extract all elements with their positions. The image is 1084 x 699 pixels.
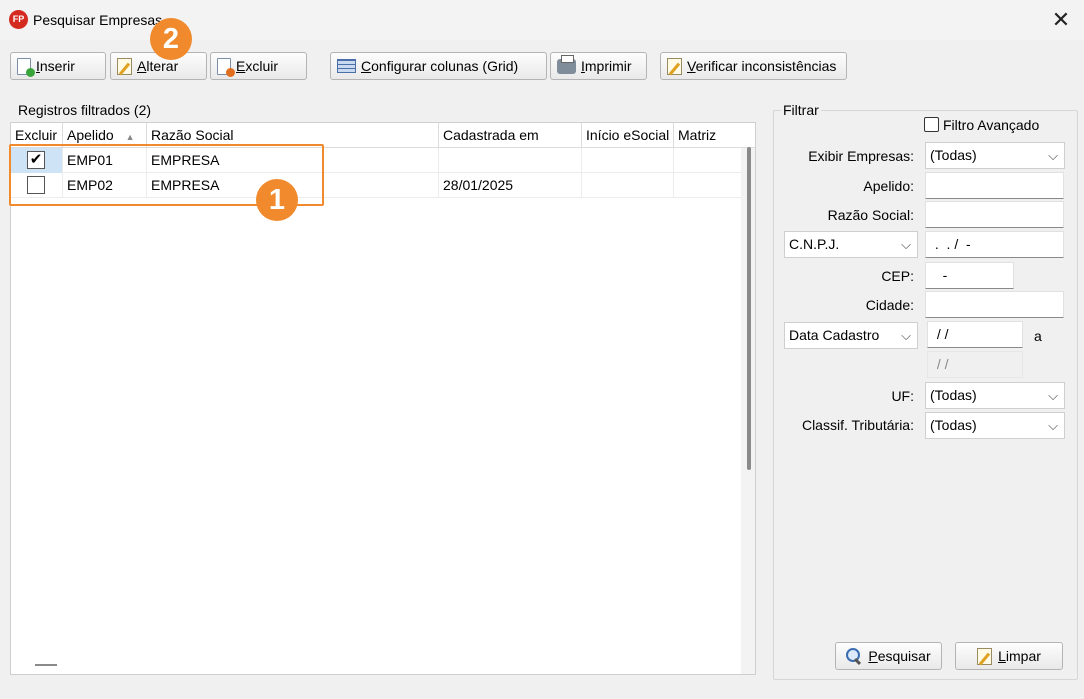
uf-value: (Todas) [930,387,977,403]
inserir-label: Inserir [36,58,75,74]
inicio-cell [582,148,674,173]
cep-input[interactable]: - [925,262,1014,289]
cep-label: CEP: [881,268,914,284]
cadastrada-cell: 28/01/2025 [439,173,582,198]
grid-columns-icon [337,59,356,73]
inserir-button[interactable]: Inserir [10,52,106,80]
app-logo-icon: FP [9,10,28,29]
printer-icon [557,54,576,74]
apelido-input[interactable] [925,172,1064,199]
exibir-empresas-value: (Todas) [930,147,977,163]
cadastrada-cell [439,148,582,173]
chevron-down-icon: ⌵ [901,328,911,343]
vertical-scrollbar[interactable] [747,147,751,470]
horizontal-scrollbar[interactable] [35,664,57,666]
step-marker-2: 2 [150,18,192,60]
imprimir-button[interactable]: Imprimir [550,52,647,80]
matriz-cell [674,148,741,173]
excluir-label: Excluir [236,58,279,74]
verificar-label: Verificar inconsistências [687,58,837,74]
exibir-empresas-label: Exibir Empresas: [808,148,914,164]
clear-icon [977,647,993,665]
verificar-inconsistencias-button[interactable]: Verificar inconsistências [660,52,847,80]
classif-tributaria-select[interactable]: (Todas) ⌵ [925,412,1065,439]
data-type-select[interactable]: Data Cadastro ⌵ [784,322,918,349]
delete-document-icon [217,57,235,77]
verify-document-icon [667,57,682,75]
col-cadastrada-em[interactable]: Cadastrada em [439,123,582,148]
data-to-input[interactable]: / / [927,351,1023,378]
filtro-avancado-checkbox[interactable] [924,117,939,132]
chevron-down-icon: ⌵ [1048,418,1058,433]
pesquisar-label: Pesquisar [868,648,931,664]
cnpj-input[interactable]: . . / - [925,231,1064,258]
cnpj-type-select[interactable]: C.N.P.J. ⌵ [784,231,918,258]
apelido-label: Apelido: [863,178,914,194]
exibir-empresas-select[interactable]: (Todas) ⌵ [925,142,1065,169]
col-matriz[interactable]: Matriz [674,123,741,148]
sort-asc-icon: ▲ [125,132,135,142]
insert-document-icon [17,57,35,77]
configurar-label: Configurar colunas (Grid) [361,58,519,74]
configurar-colunas-button[interactable]: Configurar colunas (Grid) [330,52,547,80]
search-icon [846,648,862,664]
cnpj-select-value: C.N.P.J. [789,236,840,252]
matriz-cell [674,173,741,198]
cidade-input[interactable] [925,291,1064,318]
window-title: Pesquisar Empresas [33,12,163,28]
razao-social-label: Razão Social: [827,207,914,223]
close-button[interactable]: ✕ [1046,4,1076,36]
data-select-value: Data Cadastro [789,327,880,343]
data-range-separator: a [1034,328,1042,344]
classif-tributaria-value: (Todas) [930,417,977,433]
classif-tributaria-label: Classif. Tributária: [801,417,914,433]
col-apelido-label: Apelido [67,127,114,143]
excluir-button[interactable]: Excluir [210,52,307,80]
razao-social-input[interactable] [925,201,1064,228]
imprimir-label: Imprimir [581,58,632,74]
filtro-avancado-label[interactable]: Filtro Avançado [943,117,1039,133]
registros-group-title: Registros filtrados (2) [16,102,154,118]
chevron-down-icon: ⌵ [1048,148,1058,163]
inicio-cell [582,173,674,198]
limpar-label: Limpar [998,648,1041,664]
filtrar-group-title: Filtrar [781,102,821,118]
cidade-label: Cidade: [865,297,914,313]
col-inicio-esocial[interactable]: Início eSocial [582,123,674,148]
alterar-label: Alterar [137,58,179,74]
uf-label: UF: [891,388,914,404]
chevron-down-icon: ⌵ [1048,388,1058,403]
step-marker-1: 1 [256,179,298,221]
limpar-button[interactable]: Limpar [955,642,1063,670]
chevron-down-icon: ⌵ [901,237,911,252]
pesquisar-button[interactable]: Pesquisar [835,642,942,670]
data-from-input[interactable]: / / [927,321,1023,348]
edit-document-icon [117,57,132,75]
uf-select[interactable]: (Todas) ⌵ [925,382,1065,409]
